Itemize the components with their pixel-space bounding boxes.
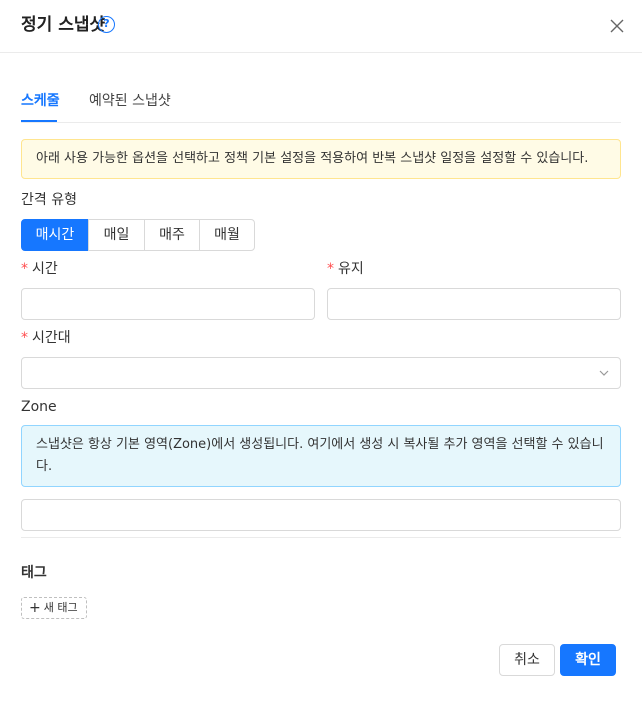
tags-label: 태그 xyxy=(21,565,47,581)
new-tag-label: 새 태그 xyxy=(43,601,78,614)
zone-select[interactable] xyxy=(21,499,621,531)
tab-scheduled-snapshots[interactable]: 예약된 스냅샷 xyxy=(89,91,171,111)
time-input[interactable] xyxy=(21,288,315,320)
zone-notice: 스냅샷은 항상 기본 영역(Zone)에서 생성됩니다. 여기에서 생성 시 복… xyxy=(21,425,621,487)
interval-daily-button[interactable]: 매일 xyxy=(88,219,145,251)
close-icon[interactable] xyxy=(607,16,627,36)
interval-hourly-button[interactable]: 매시간 xyxy=(21,219,89,251)
help-icon[interactable]: ? xyxy=(98,16,115,33)
time-label-text: 시간 xyxy=(32,261,58,277)
section-divider xyxy=(21,537,621,538)
timezone-select[interactable] xyxy=(21,357,621,389)
timezone-label-text: 시간대 xyxy=(32,330,71,346)
required-mark: * xyxy=(21,261,28,277)
interval-type-segmented: 매시간 매일 매주 매월 xyxy=(21,219,255,251)
required-mark: * xyxy=(327,261,334,277)
tab-schedule[interactable]: 스케줄 xyxy=(21,91,60,111)
tab-bar: 스케줄 예약된 스냅샷 xyxy=(21,88,621,123)
timezone-label: * 시간대 xyxy=(21,328,71,348)
zone-label: Zone xyxy=(21,399,57,415)
chevron-down-icon xyxy=(599,370,609,376)
retention-label: * 유지 xyxy=(327,259,364,279)
time-label: * 시간 xyxy=(21,259,58,279)
interval-monthly-button[interactable]: 매월 xyxy=(199,219,255,251)
tab-active-indicator xyxy=(21,120,57,122)
retention-label-text: 유지 xyxy=(338,261,364,277)
ok-button[interactable]: 확인 xyxy=(560,644,616,676)
cancel-button[interactable]: 취소 xyxy=(499,644,555,676)
plus-icon: + xyxy=(29,600,41,616)
interval-type-label: 간격 유형 xyxy=(21,192,77,208)
dialog-header: 정기 스냅샷 ? xyxy=(0,0,642,53)
required-mark: * xyxy=(21,330,28,346)
retention-input[interactable] xyxy=(327,288,621,320)
new-tag-button[interactable]: + 새 태그 xyxy=(21,597,87,619)
dialog-title: 정기 스냅샷 xyxy=(21,15,106,35)
schedule-notice: 아래 사용 가능한 옵션을 선택하고 정책 기본 설정을 적용하여 반복 스냅샷… xyxy=(21,139,621,179)
interval-weekly-button[interactable]: 매주 xyxy=(144,219,200,251)
